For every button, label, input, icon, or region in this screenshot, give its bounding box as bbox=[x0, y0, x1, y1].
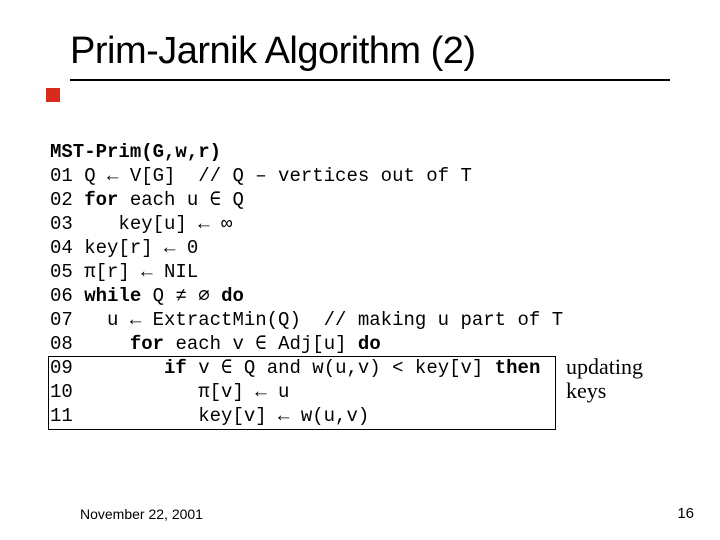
code-line: 07 u ← ExtractMin(Q) // making u part of… bbox=[50, 309, 563, 331]
footer-page-number: 16 bbox=[677, 505, 694, 522]
slide: Prim-Jarnik Algorithm (2) MST-Prim(G,w,r… bbox=[0, 0, 720, 540]
code-line: 04 key[r] ← 0 bbox=[50, 237, 198, 259]
code-line: 06 while Q ≠ ∅ do bbox=[50, 285, 244, 307]
annotation: updating keys bbox=[566, 355, 643, 403]
code-line: 03 key[u] ← ∞ bbox=[50, 213, 232, 235]
slide-title: Prim-Jarnik Algorithm (2) bbox=[70, 30, 680, 73]
title-area: Prim-Jarnik Algorithm (2) bbox=[70, 30, 680, 81]
bullet-square-icon bbox=[46, 88, 60, 102]
code-line: 05 π[r] ← NIL bbox=[50, 261, 198, 283]
code-line: 01 Q ← V[G] // Q – vertices out of T bbox=[50, 165, 472, 187]
annotation-line: keys bbox=[566, 379, 643, 403]
code-line: 11 key[v] ← w(u,v) bbox=[50, 405, 369, 427]
title-underline bbox=[70, 79, 670, 81]
footer-date: November 22, 2001 bbox=[80, 506, 203, 522]
code-line: 09 if v ∈ Q and w(u,v) < key[v] then bbox=[50, 357, 540, 379]
code-signature: MST-Prim(G,w,r) bbox=[50, 141, 221, 163]
annotation-line: updating bbox=[566, 355, 643, 379]
code-line: 10 π[v] ← u bbox=[50, 381, 289, 403]
code-line: 02 for each u ∈ Q bbox=[50, 189, 244, 211]
code-line: 08 for each v ∈ Adj[u] do bbox=[50, 333, 381, 355]
